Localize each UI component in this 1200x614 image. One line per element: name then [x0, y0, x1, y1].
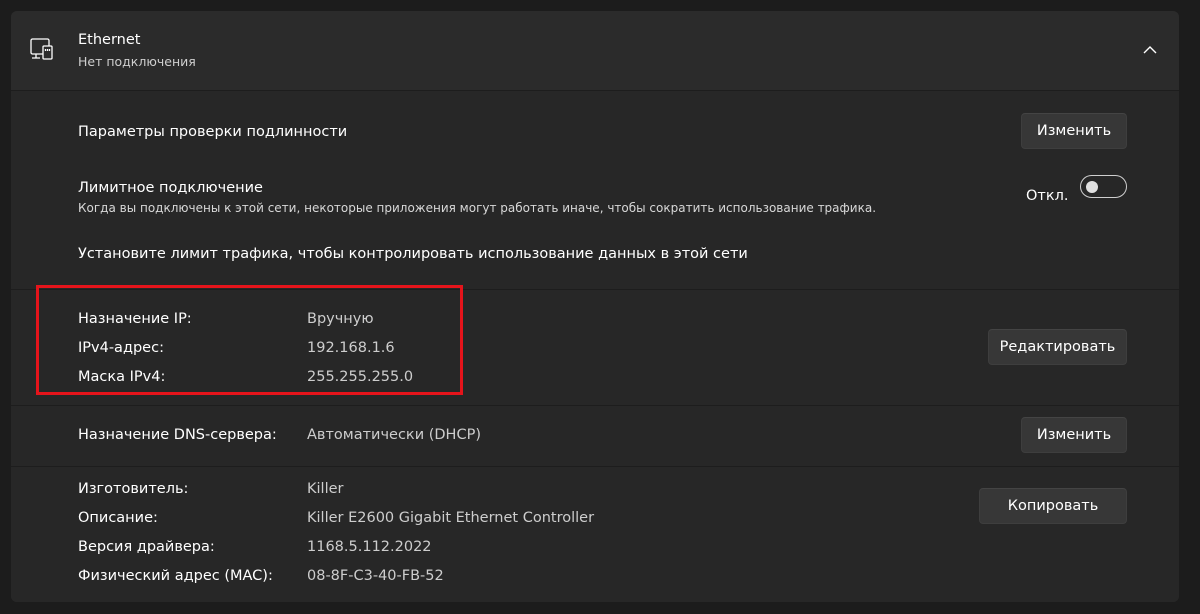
metered-connection-toggle[interactable] — [1080, 175, 1127, 198]
metered-connection-description: Когда вы подключены к этой сети, некотор… — [78, 201, 877, 215]
connection-title: Ethernet — [78, 32, 141, 48]
manufacturer-value: Killer — [307, 481, 344, 497]
mac-address-label: Физический адрес (MAC): — [78, 568, 273, 584]
auth-metered-section: Параметры проверки подлинности Изменить … — [11, 91, 1179, 290]
auth-settings-label: Параметры проверки подлинности — [78, 124, 348, 140]
ethernet-header[interactable]: Ethernet Нет подключения — [11, 11, 1179, 90]
description-label: Описание: — [78, 510, 158, 526]
edit-auth-button[interactable]: Изменить — [1021, 113, 1127, 149]
dns-section: Назначение DNS-сервера: Автоматически (D… — [11, 406, 1179, 466]
driver-version-label: Версия драйвера: — [78, 539, 215, 555]
driver-version-value: 1168.5.112.2022 — [307, 539, 432, 555]
dns-assignment-value: Автоматически (DHCP) — [307, 427, 481, 443]
metered-toggle-label: Откл. — [1026, 188, 1069, 204]
edit-dns-button[interactable]: Изменить — [1021, 417, 1127, 453]
dns-assignment-label: Назначение DNS-сервера: — [78, 427, 277, 443]
manufacturer-label: Изготовитель: — [78, 481, 189, 497]
connection-status: Нет подключения — [78, 54, 196, 69]
description-value: Killer E2600 Gigabit Ethernet Controller — [307, 510, 595, 526]
copy-properties-button[interactable]: Копировать — [979, 488, 1127, 524]
metered-connection-title: Лимитное подключение — [78, 180, 263, 196]
ethernet-settings-panel: Ethernet Нет подключения Параметры прове… — [11, 11, 1179, 602]
set-data-limit-link[interactable]: Установите лимит трафика, чтобы контроли… — [78, 246, 748, 262]
mac-address-value: 08-8F-C3-40-FB-52 — [307, 568, 444, 584]
chevron-up-icon[interactable] — [1141, 41, 1159, 59]
adapter-properties-section: Изготовитель: Killer Описание: Killer E2… — [11, 467, 1179, 602]
toggle-knob — [1086, 181, 1098, 193]
ethernet-icon — [30, 38, 53, 60]
edit-ip-button[interactable]: Редактировать — [988, 329, 1127, 365]
highlight-box — [36, 285, 463, 395]
